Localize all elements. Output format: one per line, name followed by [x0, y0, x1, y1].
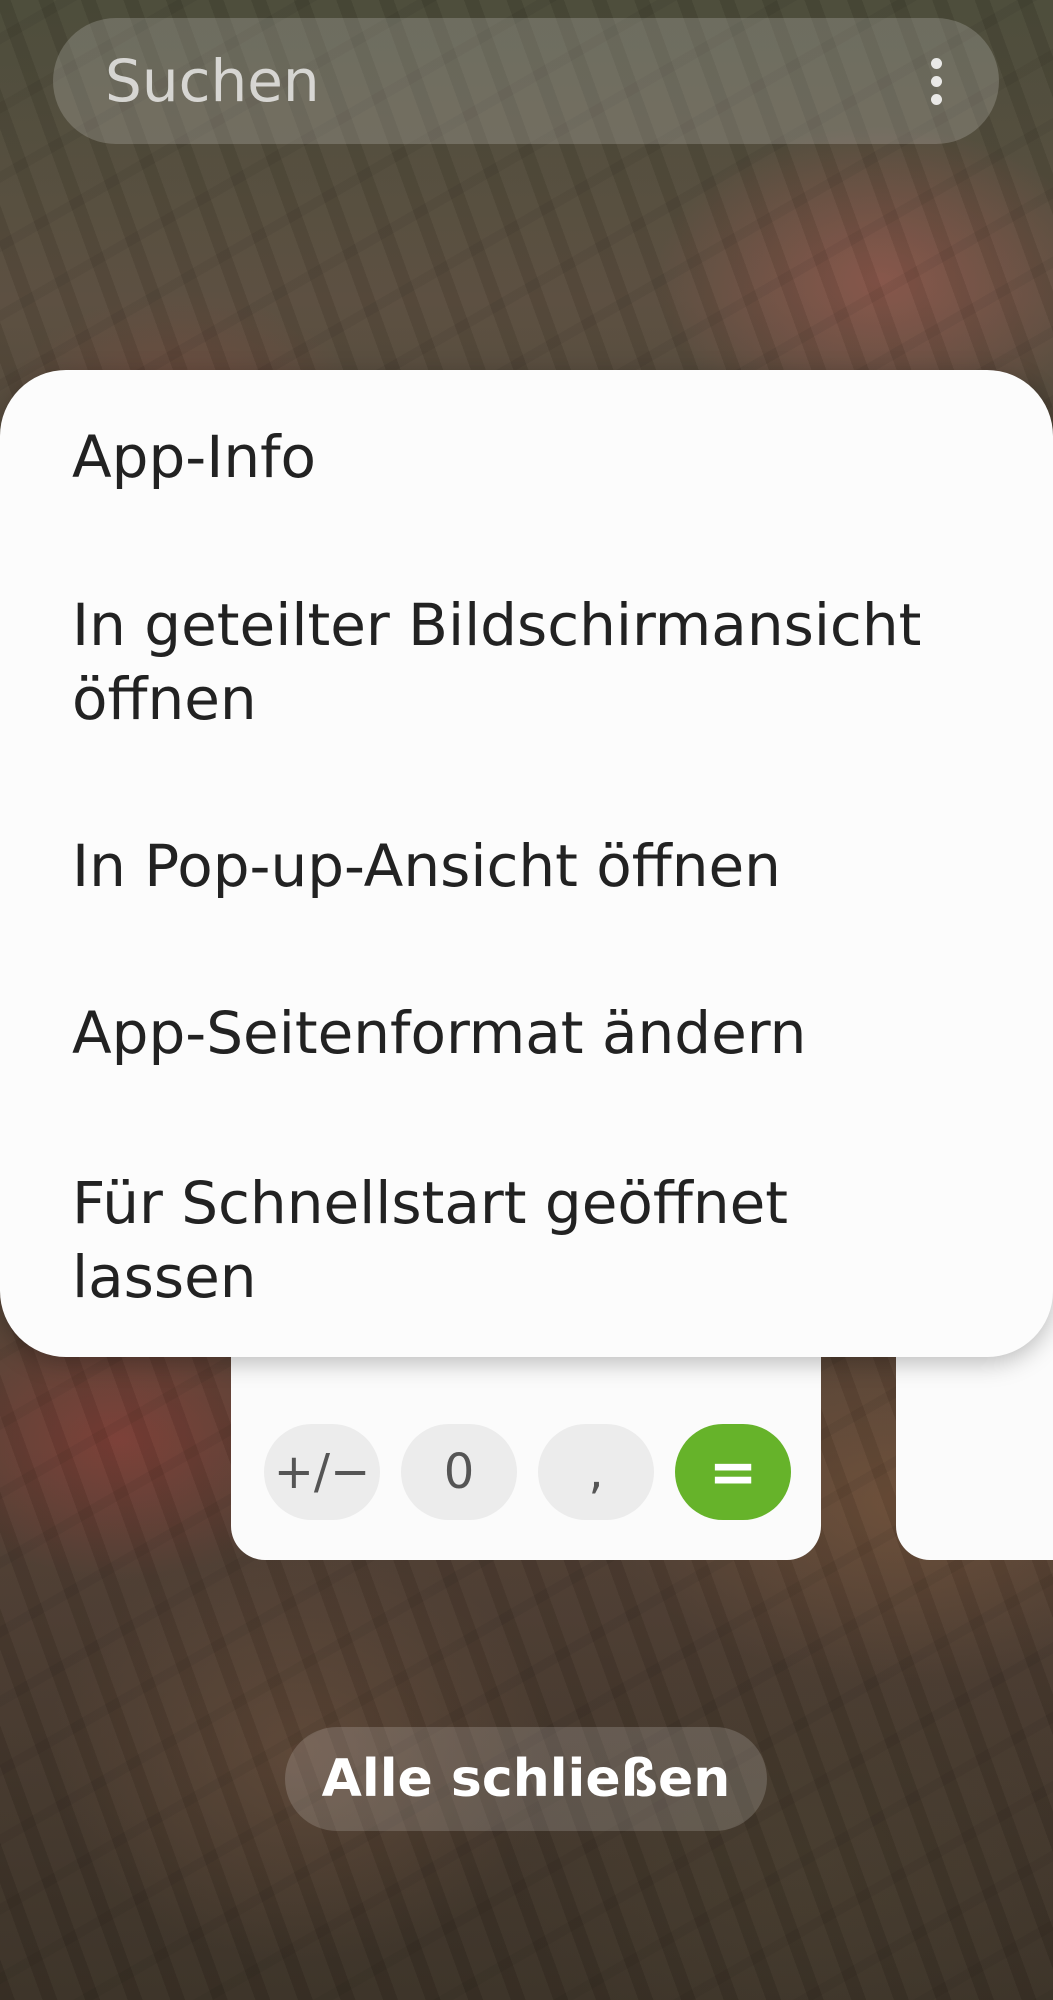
- menu-item-keep-open[interactable]: Für Schnellstart geöffnet lassen: [72, 1166, 972, 1314]
- more-vertical-icon[interactable]: [929, 58, 943, 106]
- menu-item-app-info[interactable]: App-Info: [72, 420, 972, 494]
- search-bar[interactable]: Suchen: [53, 18, 999, 144]
- calc-key-sign: +/−: [264, 1424, 380, 1520]
- close-all-button[interactable]: Alle schließen: [285, 1727, 767, 1831]
- app-context-menu: App-Info In geteilter Bildschirmansicht …: [0, 370, 1053, 1357]
- menu-item-popup-view[interactable]: In Pop-up-Ansicht öffnen: [72, 829, 972, 903]
- calc-key-comma: ,: [538, 1424, 654, 1520]
- search-placeholder: Suchen: [105, 47, 320, 115]
- calc-key-equals: =: [675, 1424, 791, 1520]
- menu-item-aspect-ratio[interactable]: App-Seitenformat ändern: [72, 996, 972, 1070]
- calc-key-0: 0: [401, 1424, 517, 1520]
- menu-item-split-screen[interactable]: In geteilter Bildschirmansicht öffnen: [72, 588, 972, 736]
